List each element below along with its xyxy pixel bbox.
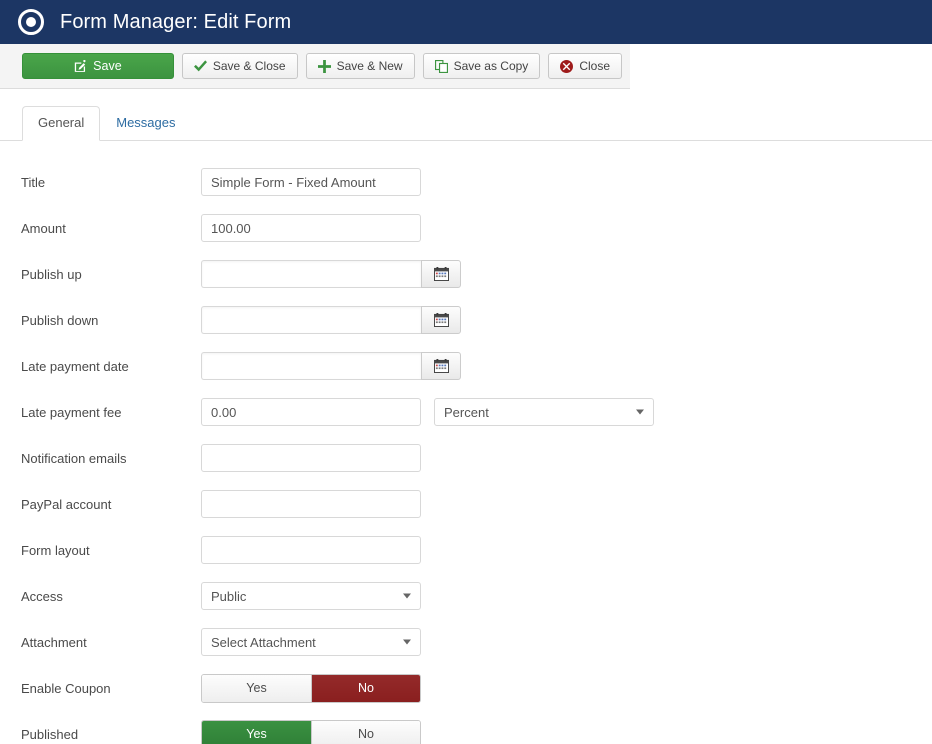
chevron-down-icon	[403, 639, 411, 645]
field-row-late-payment-date: Late payment date	[0, 343, 932, 389]
plus-icon	[317, 59, 331, 73]
published-yes-option[interactable]: Yes	[202, 720, 311, 744]
save-and-close-label: Save & Close	[212, 59, 286, 73]
amount-input[interactable]	[201, 214, 421, 242]
control-late-payment-fee: Percent	[201, 398, 654, 426]
enable-coupon-no-option[interactable]: No	[311, 674, 420, 702]
control-amount	[201, 214, 421, 242]
save-as-copy-button[interactable]: Save as Copy	[422, 53, 541, 79]
save-and-close-button[interactable]: Save & Close	[181, 53, 298, 79]
control-late-payment-date	[201, 352, 461, 380]
page-title: Form Manager: Edit Form	[60, 10, 292, 33]
save-and-new-button[interactable]: Save & New	[305, 53, 415, 79]
late-payment-date-calendar-button[interactable]	[421, 352, 461, 380]
page-header: Form Manager: Edit Form	[0, 0, 932, 44]
field-row-publish-up: Publish up	[0, 251, 932, 297]
late-payment-fee-unit-select[interactable]: Percent	[434, 398, 654, 426]
field-row-amount: Amount	[0, 205, 932, 251]
control-published: Yes No	[201, 719, 421, 744]
label-enable-coupon: Enable Coupon	[21, 680, 111, 696]
field-row-form-layout: Form layout	[0, 527, 932, 573]
enable-coupon-yes-option[interactable]: Yes	[202, 674, 311, 702]
form-layout-input[interactable]	[201, 536, 421, 564]
control-access: Public	[201, 582, 421, 610]
save-as-copy-label: Save as Copy	[453, 59, 529, 73]
field-row-notification-emails: Notification emails	[0, 435, 932, 481]
enable-coupon-toggle: Yes No	[201, 673, 421, 703]
save-button[interactable]: Save	[22, 53, 174, 79]
publish-up-input[interactable]	[201, 260, 421, 288]
access-select-value: Public	[211, 588, 247, 604]
tab-general[interactable]: General	[22, 106, 101, 141]
close-button[interactable]: Close	[548, 53, 622, 79]
edit-square-icon	[74, 59, 87, 73]
label-paypal-account: PayPal account	[21, 496, 112, 512]
toolbar: Save Save & Close Save & New Save as Cop…	[0, 44, 630, 89]
publish-down-input[interactable]	[201, 306, 421, 334]
label-publish-up: Publish up	[21, 266, 82, 282]
control-enable-coupon: Yes No	[201, 673, 421, 703]
label-title: Title	[21, 174, 46, 190]
label-late-payment-date: Late payment date	[21, 358, 129, 374]
attachment-select-value: Select Attachment	[211, 634, 316, 650]
label-amount: Amount	[21, 220, 66, 236]
tab-bar: General Messages	[0, 105, 932, 141]
publish-up-calendar-button[interactable]	[421, 260, 461, 288]
late-payment-date-input[interactable]	[201, 352, 421, 380]
publish-down-calendar-button[interactable]	[421, 306, 461, 334]
field-row-title: Title	[0, 159, 932, 205]
field-row-access: Access Public	[0, 573, 932, 619]
calendar-icon	[433, 313, 449, 327]
field-row-late-payment-fee: Late payment fee Percent	[0, 389, 932, 435]
label-publish-down: Publish down	[21, 312, 99, 328]
late-payment-fee-unit-value: Percent	[444, 404, 489, 420]
label-published: Published	[21, 726, 79, 742]
control-paypal-account	[201, 490, 421, 518]
control-attachment: Select Attachment	[201, 628, 421, 656]
paypal-account-input[interactable]	[201, 490, 421, 518]
published-toggle: Yes No	[201, 719, 421, 744]
control-notification-emails	[201, 444, 421, 472]
label-access: Access	[21, 588, 63, 604]
tab-messages[interactable]: Messages	[100, 106, 191, 141]
calendar-icon	[433, 359, 449, 373]
field-row-published: Published Yes No	[0, 711, 932, 744]
close-circle-icon	[560, 59, 574, 73]
access-select[interactable]: Public	[201, 582, 421, 610]
control-form-layout	[201, 536, 421, 564]
tab-general-label: General	[38, 115, 85, 131]
title-input[interactable]	[201, 168, 421, 196]
tab-messages-label: Messages	[116, 115, 176, 131]
save-and-new-label: Save & New	[336, 59, 403, 73]
label-attachment: Attachment	[21, 634, 87, 650]
check-icon	[193, 60, 207, 72]
field-row-paypal-account: PayPal account	[0, 481, 932, 527]
control-title	[201, 168, 421, 196]
calendar-icon	[433, 267, 449, 281]
notification-emails-input[interactable]	[201, 444, 421, 472]
label-notification-emails: Notification emails	[21, 450, 127, 466]
copy-icon	[434, 59, 448, 73]
field-row-enable-coupon: Enable Coupon Yes No	[0, 665, 932, 711]
published-no-option[interactable]: No	[311, 720, 420, 744]
save-button-label: Save	[93, 59, 122, 73]
attachment-select[interactable]: Select Attachment	[201, 628, 421, 656]
control-publish-up	[201, 260, 461, 288]
chevron-down-icon	[403, 593, 411, 599]
label-late-payment-fee: Late payment fee	[21, 404, 122, 420]
chevron-down-icon	[636, 409, 644, 415]
field-row-attachment: Attachment Select Attachment	[0, 619, 932, 665]
close-button-label: Close	[579, 59, 610, 73]
control-publish-down	[201, 306, 461, 334]
label-form-layout: Form layout	[21, 542, 90, 558]
late-payment-fee-input[interactable]	[201, 398, 421, 426]
edit-form-general-panel: Title Amount Publish up	[0, 141, 932, 744]
target-circle-icon	[18, 9, 44, 35]
field-row-publish-down: Publish down	[0, 297, 932, 343]
